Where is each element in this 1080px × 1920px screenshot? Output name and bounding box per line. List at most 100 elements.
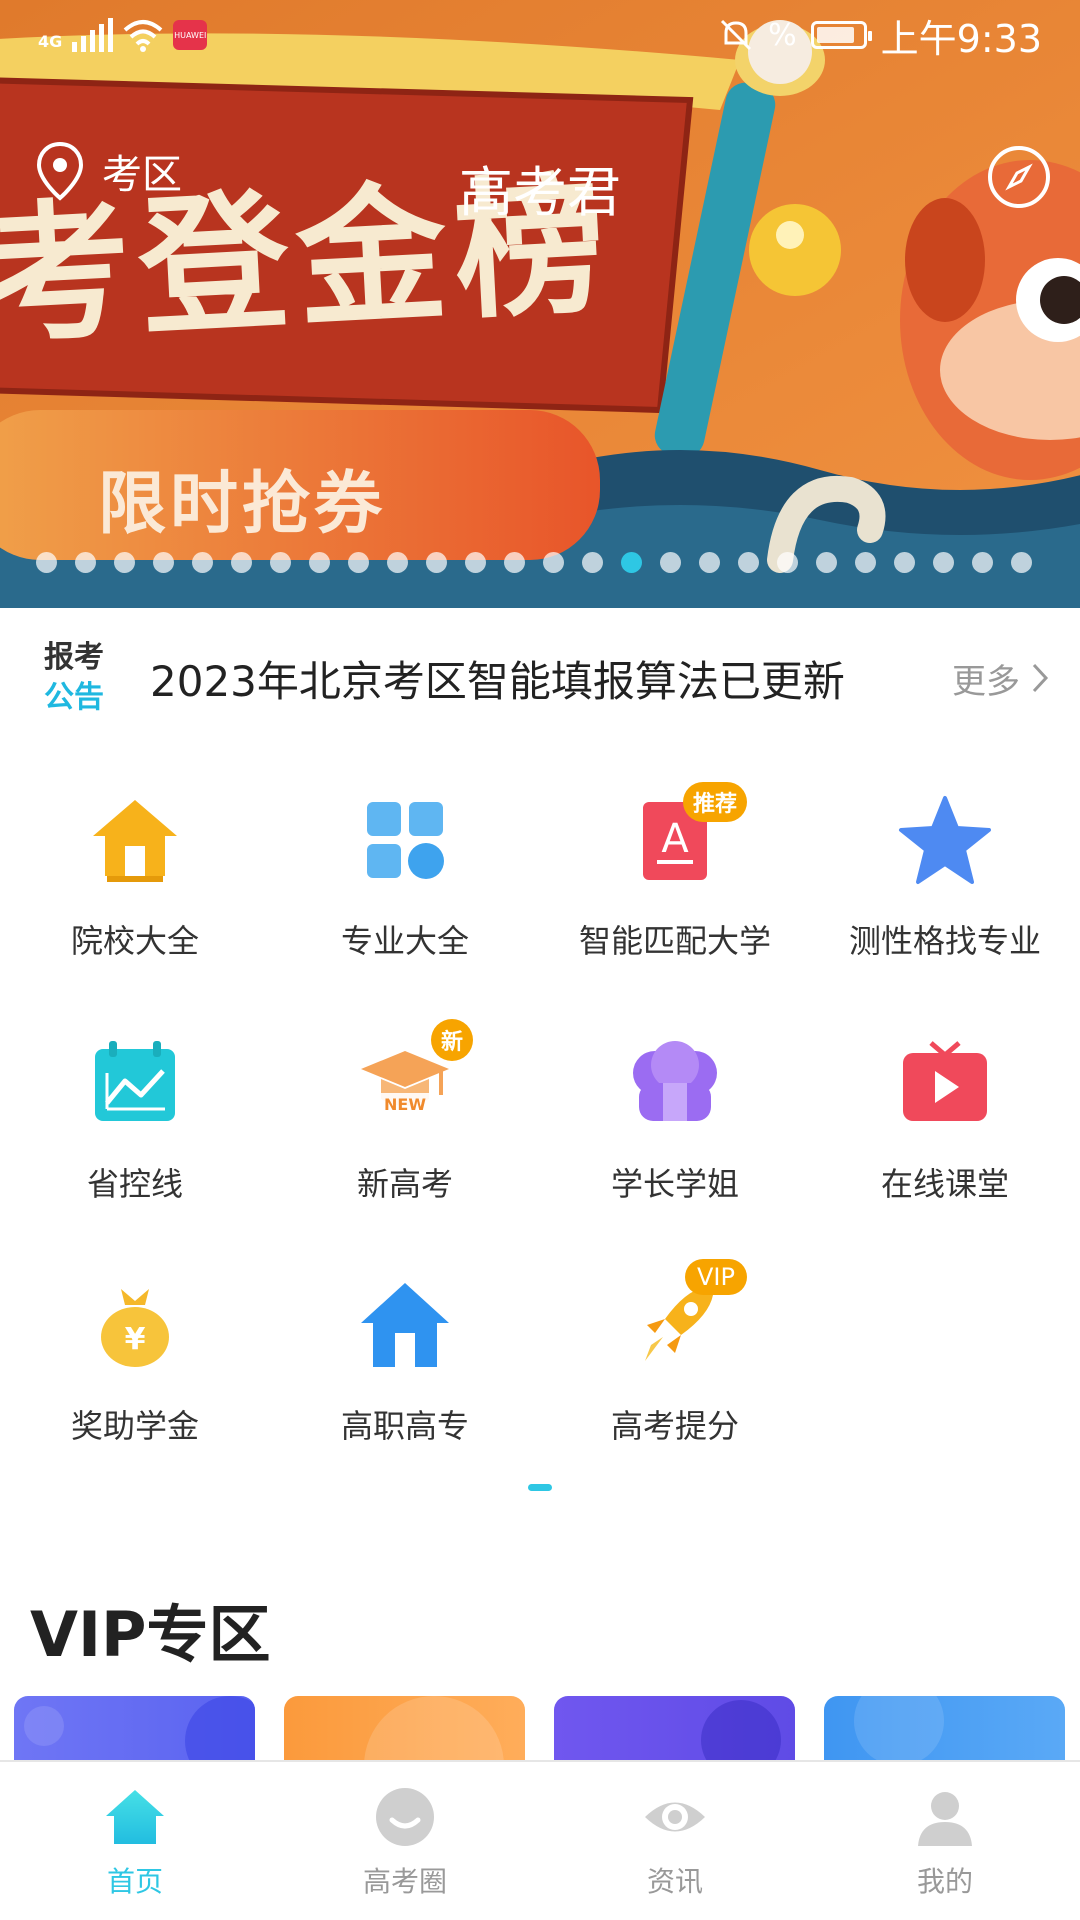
grid-label: 新高考 xyxy=(356,1165,453,1203)
money-bag-icon: ¥ xyxy=(85,1275,185,1375)
carousel-dot[interactable] xyxy=(309,552,330,573)
battery-percent-icon: % xyxy=(768,17,797,53)
grid-item-score-boost[interactable]: VIP 高考提分 xyxy=(540,1255,810,1475)
grid-item-schools[interactable]: 院校大全 xyxy=(0,770,270,990)
grid-item-personality[interactable]: 测性格找专业 xyxy=(810,770,1080,990)
user-icon xyxy=(918,1792,972,1846)
grid-item-seniors[interactable]: 学长学姐 xyxy=(540,1013,810,1233)
carousel-dot[interactable] xyxy=(36,552,57,573)
carousel-dots xyxy=(36,552,1032,573)
carousel-dot[interactable] xyxy=(504,552,525,573)
vip-cards xyxy=(14,1696,1066,1766)
tab-label: 我的 xyxy=(916,1865,973,1898)
grid-item-vocational[interactable]: 高职高专 xyxy=(270,1255,540,1475)
carousel-dot[interactable] xyxy=(582,552,603,573)
notice-text[interactable]: 2023年北京考区智能填报算法已更新 xyxy=(150,648,952,709)
carousel-dot[interactable] xyxy=(543,552,564,573)
carousel-dot[interactable] xyxy=(855,552,876,573)
carousel-dot[interactable] xyxy=(1011,552,1032,573)
notice-more-label: 更多 xyxy=(952,661,1020,702)
compass-icon[interactable] xyxy=(988,146,1050,208)
carousel-dot[interactable] xyxy=(777,552,798,573)
network-type: 4G xyxy=(38,32,63,51)
vip-card[interactable] xyxy=(824,1696,1065,1766)
carousel-dot[interactable] xyxy=(153,552,174,573)
wifi-icon xyxy=(123,20,163,52)
vip-badge: VIP xyxy=(685,1259,747,1295)
line-chart-icon xyxy=(85,1033,185,1133)
bottom-tab-bar: 首页 高考圈 资讯 我的 xyxy=(0,1760,1080,1920)
carousel-dot[interactable] xyxy=(426,552,447,573)
mute-icon xyxy=(721,19,752,51)
carousel-dot[interactable] xyxy=(699,552,720,573)
grid-label: 学长学姐 xyxy=(610,1165,739,1203)
vip-card[interactable] xyxy=(284,1696,525,1766)
carousel-dot[interactable] xyxy=(660,552,681,573)
notice-tag-line2: 公告 xyxy=(44,680,104,715)
new-badge: 新 xyxy=(431,1019,473,1061)
grid-label: 院校大全 xyxy=(70,922,199,960)
battery-level xyxy=(816,27,855,43)
carousel-dot[interactable] xyxy=(894,552,915,573)
grid-label: 在线课堂 xyxy=(880,1165,1009,1203)
carousel-dot[interactable] xyxy=(348,552,369,573)
carousel-dot[interactable] xyxy=(270,552,291,573)
grid-label: 专业大全 xyxy=(340,922,469,960)
graduation-cap-icon: NEW 新 xyxy=(355,1019,473,1133)
carousel-dot[interactable] xyxy=(387,552,408,573)
tab-label: 高考圈 xyxy=(362,1865,447,1898)
notice-bar[interactable]: 报考 公告 2023年北京考区智能填报算法已更新 更多 xyxy=(0,608,1080,748)
tab-gaokao-circle[interactable]: 高考圈 xyxy=(270,1762,540,1920)
app-title: 高考君 xyxy=(459,161,621,224)
promo-banner[interactable]: 考登金榜 限时抢券 4G HUAWEI % 上午9:33 考区 高考君 xyxy=(0,0,1080,608)
star-icon xyxy=(895,790,995,890)
carousel-dot[interactable] xyxy=(738,552,759,573)
grid-item-control-line[interactable]: 省控线 xyxy=(0,1013,270,1233)
notice-tag: 报考 公告 xyxy=(44,638,114,718)
banner-coupon-button[interactable]: 限时抢券 xyxy=(98,448,386,547)
carousel-dot[interactable] xyxy=(231,552,252,573)
grid-item-scholarship[interactable]: ¥ 奖助学金 xyxy=(0,1255,270,1475)
video-play-icon xyxy=(895,1033,995,1133)
top-nav: 考区 高考君 xyxy=(0,130,1080,224)
carousel-dot[interactable] xyxy=(465,552,486,573)
home-icon xyxy=(106,1790,164,1844)
app-notification-icon: HUAWEI xyxy=(173,20,208,50)
vip-card[interactable] xyxy=(554,1696,795,1766)
grid-item-online-class[interactable]: 在线课堂 xyxy=(810,1013,1080,1233)
grid-label: 测性格找专业 xyxy=(848,922,1041,960)
carousel-dot[interactable] xyxy=(114,552,135,573)
grid-label: 高考提分 xyxy=(610,1407,739,1445)
grid-label: 省控线 xyxy=(86,1165,183,1203)
grid-label: 奖助学金 xyxy=(70,1407,199,1445)
notice-more-link[interactable]: 更多 xyxy=(952,654,1050,703)
battery-icon xyxy=(810,21,872,49)
carousel-dot[interactable] xyxy=(972,552,993,573)
carousel-dot-active[interactable] xyxy=(621,552,642,573)
notice-tag-line1: 报考 xyxy=(44,640,104,675)
yen-symbol: ¥ xyxy=(125,1322,146,1357)
grid-item-majors[interactable]: 专业大全 xyxy=(270,770,540,990)
tab-home[interactable]: 首页 xyxy=(0,1762,270,1920)
svg-text:A: A xyxy=(661,816,689,862)
grid-label: 智能匹配大学 xyxy=(578,922,771,960)
school-house-icon xyxy=(85,790,185,890)
carousel-dot[interactable] xyxy=(75,552,96,573)
clock-time: 上午9:33 xyxy=(880,16,1042,61)
major-grid-icon xyxy=(355,790,455,890)
carousel-dot[interactable] xyxy=(816,552,837,573)
chat-bubble-icon xyxy=(376,1788,434,1846)
carousel-dot[interactable] xyxy=(933,552,954,573)
vip-card[interactable] xyxy=(14,1696,255,1766)
tab-mine[interactable]: 我的 xyxy=(810,1762,1080,1920)
grid-label: 高职高专 xyxy=(340,1407,469,1445)
grid-item-new-gaokao[interactable]: NEW 新 新高考 xyxy=(270,1013,540,1233)
status-bar: 4G HUAWEI % 上午9:33 xyxy=(0,0,1080,70)
carousel-dot[interactable] xyxy=(192,552,213,573)
recommend-badge: 推荐 xyxy=(683,782,748,822)
new-label: NEW xyxy=(384,1095,426,1114)
grid-item-smart-match[interactable]: A 推荐 智能匹配大学 xyxy=(540,770,810,990)
chevron-right-icon xyxy=(1032,663,1049,693)
tab-label: 首页 xyxy=(106,1865,163,1898)
tab-news[interactable]: 资讯 xyxy=(540,1762,810,1920)
